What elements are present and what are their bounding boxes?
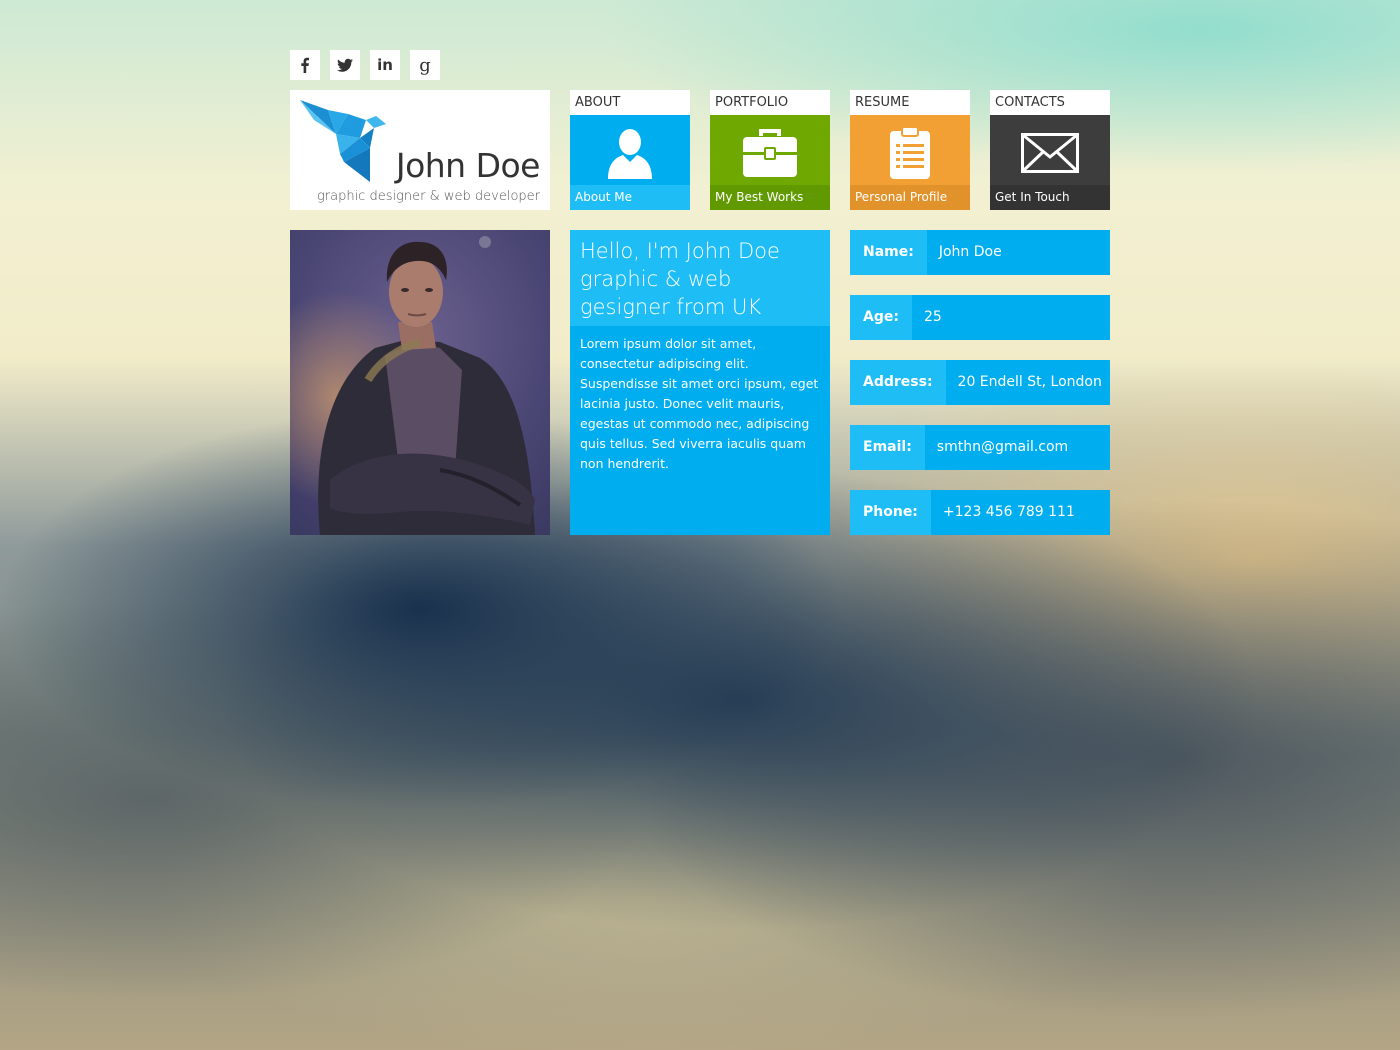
twitter-button[interactable] <box>330 50 360 80</box>
tile-label: RESUME <box>850 90 970 115</box>
info-value: John Doe <box>938 244 1002 260</box>
tile-body: My Best Works <box>710 115 830 210</box>
info-value: 20 Endell St, London <box>957 374 1102 390</box>
tile-label: CONTACTS <box>990 90 1110 115</box>
tile-label: ABOUT <box>570 90 690 115</box>
info-value[interactable]: smthn@gmail.com <box>925 425 1068 470</box>
tile-body: Get In Touch <box>990 115 1110 210</box>
envelope-icon <box>1021 133 1079 173</box>
info-value[interactable]: +123 456 789 111 <box>931 490 1075 535</box>
briefcase-icon <box>743 129 797 177</box>
info-key: Age: <box>850 295 912 340</box>
logo-name: John Doe <box>395 146 541 185</box>
clipboard-icon <box>890 126 930 179</box>
tile-label: PORTFOLIO <box>710 90 830 115</box>
linkedin-button[interactable]: in <box>370 50 400 80</box>
info-row-phone: Phone: +123 456 789 111 <box>850 490 1110 535</box>
intro-card: Hello, I'm John Doe graphic & web gesign… <box>570 230 830 535</box>
tile-resume[interactable]: RESUME Personal Profile <box>850 90 970 210</box>
social-links: in g <box>290 50 440 80</box>
tile-contacts[interactable]: CONTACTS Get In Touch <box>990 90 1110 210</box>
tile-body: About Me <box>570 115 690 210</box>
tile-body: Personal Profile <box>850 115 970 210</box>
info-row-email: Email: smthn@gmail.com <box>850 425 1110 470</box>
origami-bird-icon <box>300 100 386 182</box>
google-button[interactable]: g <box>410 50 440 80</box>
facebook-icon <box>301 57 309 73</box>
info-key: Email: <box>850 425 925 470</box>
info-row-name: Name: John Doe <box>850 230 1110 275</box>
info-key: Address: <box>850 360 946 405</box>
user-icon <box>608 129 652 179</box>
info-row-age: Age: 25 <box>850 295 1110 340</box>
intro-heading: Hello, I'm John Doe graphic & web gesign… <box>570 230 830 326</box>
logo-card[interactable]: John Doe graphic designer & web develope… <box>290 90 550 210</box>
twitter-icon <box>337 58 353 72</box>
google-icon: g <box>419 54 431 76</box>
page: { "social": [ {"name": "facebook", "icon… <box>0 0 1400 1050</box>
tile-caption: About Me <box>570 185 690 210</box>
tile-portfolio[interactable]: PORTFOLIO My Best Works <box>710 90 830 210</box>
info-key: Phone: <box>850 490 931 535</box>
info-row-address: Address: 20 Endell St, London <box>850 360 1110 405</box>
profile-photo <box>290 230 550 535</box>
tile-caption: Get In Touch <box>990 185 1110 210</box>
intro-text: Lorem ipsum dolor sit amet, consectetur … <box>580 336 819 471</box>
info-key: Name: <box>850 230 927 275</box>
tile-caption: My Best Works <box>710 185 830 210</box>
info-value: 25 <box>923 309 942 325</box>
tile-caption: Personal Profile <box>850 185 970 210</box>
logo-subtitle: graphic designer & web developer <box>316 189 540 204</box>
portrait-image <box>290 230 550 535</box>
tile-about[interactable]: ABOUT About Me <box>570 90 690 210</box>
linkedin-icon: in <box>377 56 393 74</box>
facebook-button[interactable] <box>290 50 320 80</box>
